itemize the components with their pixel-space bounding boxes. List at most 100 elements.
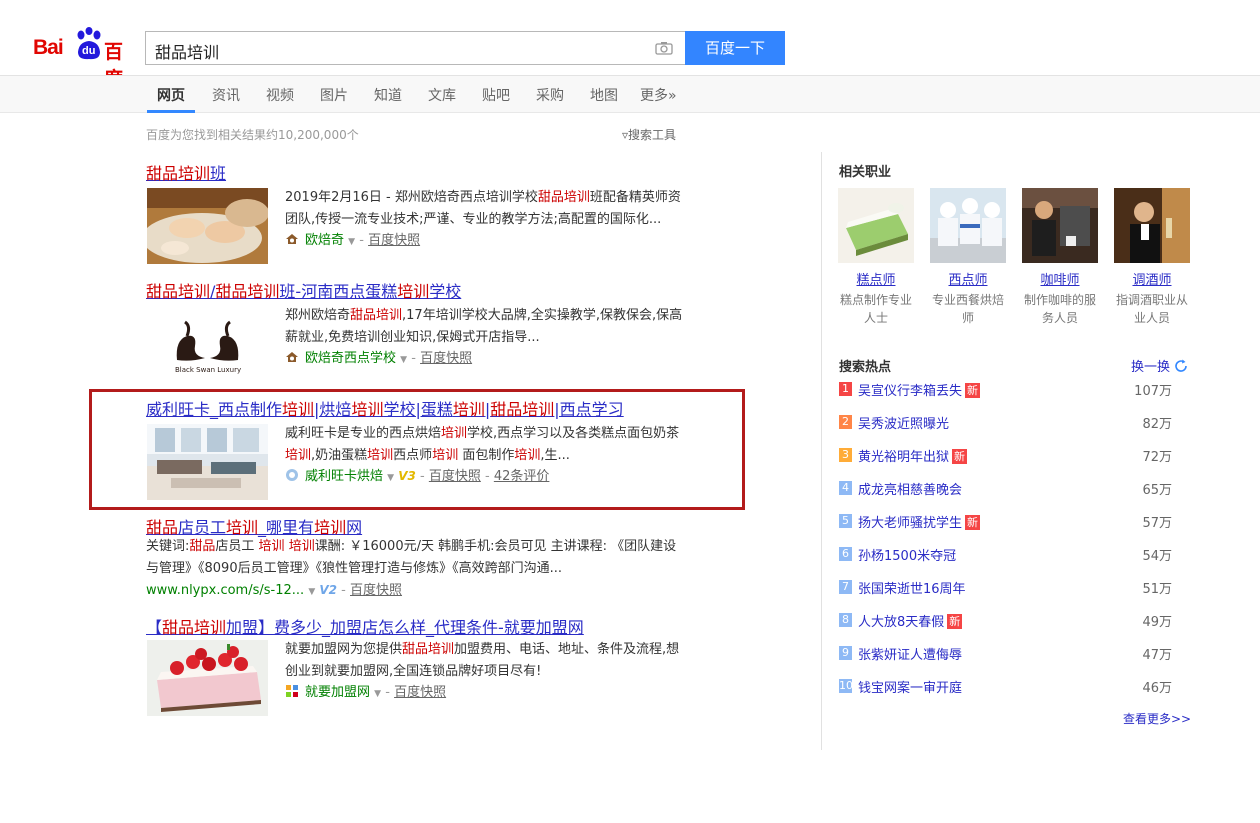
dropdown-arrow-icon[interactable]: ▼ [374,689,381,699]
hot-item[interactable]: 5 扬大老师骚扰学生新 57万 [839,511,1191,533]
new-badge: 新 [965,383,981,398]
hot-title[interactable]: 孙杨1500米夺冠 [858,545,956,564]
source-name[interactable]: 欧焙奇 [305,233,344,248]
result-title[interactable]: 【甜品培训加盟】费多少_加盟店怎么样_代理条件-就要加盟网 [146,618,584,637]
job-desc: 制作咖啡的服务人员 [1023,293,1096,325]
hot-item[interactable]: 9 张紫妍证人遭侮辱 47万 [839,643,1191,665]
hot-count: 54万 [1142,549,1172,564]
hot-rank-badge: 7 [839,580,852,594]
hot-title[interactable]: 成龙亮相慈善晚会 [858,479,962,498]
hot-title[interactable]: 钱宝网案一审开庭 [858,677,962,696]
refresh-button[interactable]: 换一换 [1131,356,1188,375]
hot-title[interactable]: 张国荣逝世16周年 [858,578,966,597]
job-card[interactable]: 糕点师 糕点制作专业人士 [838,188,914,327]
snapshot-link[interactable]: 百度快照 [420,351,472,366]
hot-title[interactable]: 吴秀波近照曝光 [858,413,949,432]
job-name[interactable]: 西点师 [930,269,1006,288]
hot-item[interactable]: 7 张国荣逝世16周年 51万 [839,577,1191,599]
hot-heading: 搜索热点 [839,360,892,375]
hot-item[interactable]: 10 钱宝网案一审开庭 46万 [839,676,1191,698]
source-name[interactable]: 欧焙奇西点学校 [305,351,396,366]
search-input[interactable]: 甜品培训 [145,31,685,65]
job-card[interactable]: 咖啡师 制作咖啡的服务人员 [1022,188,1098,327]
search-tools[interactable]: ▿搜索工具 [622,126,676,143]
tab-images[interactable]: 图片 [320,85,348,105]
tab-tieba[interactable]: 贴吧 [482,85,510,105]
dropdown-arrow-icon[interactable]: ▼ [348,237,355,247]
result-source: www.nlypx.com/s/s-12... ▼ V2 - 百度快照 [146,583,403,598]
job-image[interactable] [1114,188,1190,263]
new-badge: 新 [965,515,981,530]
job-desc: 糕点制作专业人士 [839,293,912,325]
result-thumbnail[interactable] [147,640,268,716]
snapshot-link[interactable]: 百度快照 [429,469,481,484]
reviews-link[interactable]: 42条评价 [494,469,550,484]
hot-title[interactable]: 黄光裕明年出狱新 [858,446,968,465]
result-title[interactable]: 甜品培训/甜品培训班-河南西点蛋糕培训学校 [146,282,461,301]
dropdown-arrow-icon[interactable]: ▼ [387,473,394,483]
job-image[interactable] [1022,188,1098,263]
source-name[interactable]: 就要加盟网 [305,685,370,700]
dropdown-arrow-icon[interactable]: ▼ [308,587,315,597]
hot-item[interactable]: 3 黄光裕明年出狱新 72万 [839,445,1191,467]
job-image[interactable] [930,188,1006,263]
hot-count: 72万 [1142,450,1172,465]
hot-rank-badge: 8 [839,613,852,627]
job-image[interactable] [838,188,914,263]
job-name[interactable]: 糕点师 [838,269,914,288]
baidu-logo[interactable]: Bai du 百度 [33,27,137,90]
hot-rank-badge: 10 [839,679,853,693]
snapshot-link[interactable]: 百度快照 [350,583,402,598]
hot-title[interactable]: 人大放8天春假新 [858,611,963,630]
hot-count: 49万 [1142,615,1172,630]
tab-more[interactable]: 更多» [640,85,677,105]
tab-map[interactable]: 地图 [590,85,618,105]
hot-item[interactable]: 6 孙杨1500米夺冠 54万 [839,544,1191,566]
tab-video[interactable]: 视频 [266,85,294,105]
hot-count: 47万 [1142,648,1172,663]
hot-title[interactable]: 扬大老师骚扰学生新 [858,512,981,531]
see-more-link[interactable]: 查看更多>> [1123,710,1191,727]
hot-count: 82万 [1142,417,1172,432]
nav-tabs: 网页 资讯 视频 图片 知道 文库 贴吧 采购 地图 更多» [0,75,1260,113]
tab-web[interactable]: 网页 [157,85,185,105]
hot-count: 51万 [1142,582,1172,597]
source-name[interactable]: 威利旺卡烘焙 [305,469,383,484]
result-title[interactable]: 甜品店员工培训_哪里有培训网 [146,518,362,537]
v3-badge[interactable]: V3 [398,469,416,483]
snapshot-link[interactable]: 百度快照 [368,233,420,248]
tab-caigou[interactable]: 采购 [536,85,564,105]
camera-icon[interactable] [655,41,673,55]
hot-item[interactable]: 8 人大放8天春假新 49万 [839,610,1191,632]
result-thumbnail[interactable] [147,424,268,500]
result-thumbnail[interactable] [147,188,268,264]
hot-item[interactable]: 1 吴宣仪行李箱丢失新 107万 [839,379,1191,401]
search-button[interactable]: 百度一下 [685,31,785,65]
result-abstract: 关键词:甜品店员工 培训 培训课酬: ￥16000元/天 韩鹏手机:会员可见 主… [146,539,677,576]
snapshot-link[interactable]: 百度快照 [394,685,446,700]
result-title[interactable]: 威利旺卡_西点制作培训|烘焙培训学校|蛋糕培训|甜品培训|西点学习 [146,400,624,419]
hot-item[interactable]: 2 吴秀波近照曝光 82万 [839,412,1191,434]
job-card[interactable]: 调酒师 指调酒职业从业人员 [1114,188,1190,327]
hot-rank-badge: 3 [839,448,852,462]
tab-zhidao[interactable]: 知道 [374,85,402,105]
result-thumbnail[interactable]: Black Swan Luxury [147,306,268,382]
search-query: 甜品培训 [155,43,220,62]
dropdown-arrow-icon[interactable]: ▼ [400,355,407,365]
hot-title[interactable]: 吴宣仪行李箱丢失新 [858,380,981,399]
active-tab-indicator [147,110,195,113]
tab-news[interactable]: 资讯 [212,85,240,105]
result-url[interactable]: www.nlypx.com/s/s-12... [146,583,304,598]
result-title[interactable]: 甜品培训班 [146,164,226,183]
job-name[interactable]: 咖啡师 [1022,269,1098,288]
job-name[interactable]: 调酒师 [1114,269,1190,288]
job-card[interactable]: 西点师 专业西餐烘焙师 [930,188,1006,327]
refresh-icon [1175,359,1187,372]
hot-title[interactable]: 张紫妍证人遭侮辱 [858,644,962,663]
v2-badge[interactable]: V2 [319,583,337,597]
tab-wenku[interactable]: 文库 [428,85,456,105]
result-source: 威利旺卡烘焙 ▼ V3 - 百度快照 - 42条评价 [285,465,549,484]
hot-item[interactable]: 4 成龙亮相慈善晚会 65万 [839,478,1191,500]
result-abstract: 就要加盟网为您提供甜品培训加盟费用、电话、地址、条件及流程,想创业到就要加盟网,… [285,642,680,679]
search-result: 甜品培训/甜品培训班-河南西点蛋糕培训学校 Black Swan Luxury … [146,278,691,382]
